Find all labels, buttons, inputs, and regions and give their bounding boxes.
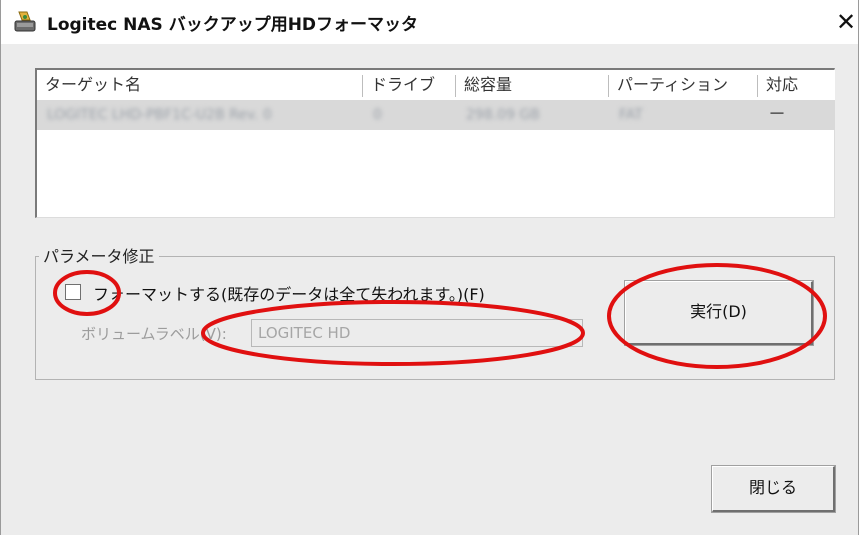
cell-partition: FAT bbox=[619, 107, 643, 123]
cell-support: － bbox=[768, 104, 786, 125]
parameter-group-label: パラメータ修正 bbox=[39, 243, 159, 267]
column-header-target[interactable]: ターゲット名 bbox=[37, 70, 362, 100]
volume-label-field[interactable] bbox=[251, 319, 583, 347]
format-checkbox[interactable] bbox=[65, 284, 81, 300]
column-header-support[interactable]: 対応 bbox=[758, 70, 835, 100]
window-title: Logitec NAS バックアップ用HDフォーマッタ bbox=[47, 15, 419, 35]
target-list[interactable]: ターゲット名 ドライブ 総容量 パーティション 対応 LOGITEC LHD-P… bbox=[35, 68, 835, 218]
close-button[interactable]: 閉じる bbox=[711, 465, 836, 513]
title-bar: Logitec NAS バックアップ用HDフォーマッタ ✕ bbox=[1, 0, 858, 44]
volume-label-caption: ボリュームラベル(V): bbox=[81, 325, 227, 343]
format-checkbox-label[interactable]: フォーマットする(既存のデータは全て失われます。)(F) bbox=[93, 281, 485, 305]
cell-capacity: 298.09 GB bbox=[466, 107, 540, 123]
column-header-drive[interactable]: ドライブ bbox=[363, 70, 455, 100]
close-icon[interactable]: ✕ bbox=[834, 8, 858, 36]
app-drive-icon bbox=[14, 11, 36, 32]
column-header-capacity[interactable]: 総容量 bbox=[456, 70, 608, 100]
table-row[interactable]: LOGITEC LHD-PBF1C-U2B Rev. 0 0 298.09 GB… bbox=[37, 100, 835, 130]
cell-drive: 0 bbox=[373, 107, 382, 123]
list-header: ターゲット名 ドライブ 総容量 パーティション 対応 bbox=[37, 70, 835, 100]
formatter-window: Logitec NAS バックアップ用HDフォーマッタ ✕ ターゲット名 ドライ… bbox=[0, 0, 859, 535]
cell-target: LOGITEC LHD-PBF1C-U2B Rev. 0 bbox=[47, 107, 272, 123]
column-header-partition[interactable]: パーティション bbox=[609, 70, 757, 100]
execute-button[interactable]: 実行(D) bbox=[624, 280, 814, 346]
